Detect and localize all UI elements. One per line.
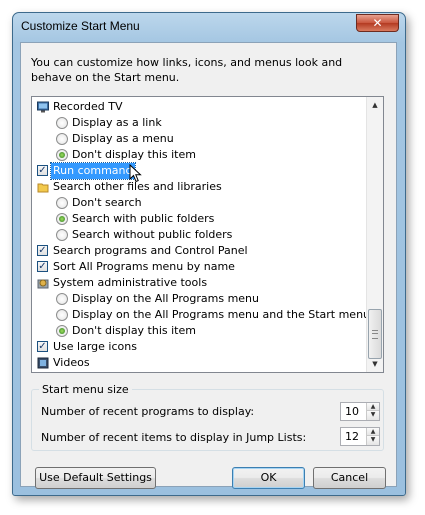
recent-programs-value[interactable]: 10 xyxy=(345,405,359,418)
list-item-label: System administrative tools xyxy=(53,276,208,289)
close-icon: ✕ xyxy=(372,16,383,30)
radio-button[interactable] xyxy=(56,309,68,321)
list-item: System administrative tools xyxy=(32,275,366,291)
list-item-label: Run command xyxy=(50,162,136,180)
search-files-icon xyxy=(37,181,49,193)
mouse-pointer-icon xyxy=(129,164,142,183)
start-menu-size-label: Start menu size xyxy=(39,383,132,396)
list-item-label: Display on the All Programs menu xyxy=(72,292,259,305)
list-item: Search other files and libraries xyxy=(32,179,366,195)
list-item-label: Display as a link xyxy=(72,116,162,129)
close-button[interactable]: ✕ xyxy=(356,14,399,32)
radio-button[interactable] xyxy=(56,293,68,305)
recent-programs-up-button[interactable]: ▲ xyxy=(366,403,379,411)
start-menu-options-list[interactable]: Recorded TV Display as a link Display as a… xyxy=(31,96,384,373)
list-item[interactable]: Display on the All Programs menu xyxy=(32,291,366,307)
customize-start-menu-dialog: Customize Start Menu ✕ You can customize… xyxy=(12,12,406,496)
jump-list-value[interactable]: 12 xyxy=(345,430,359,443)
list-item[interactable]: Display as a menu xyxy=(32,131,366,147)
options-list-viewport: Recorded TV Display as a link Display as a… xyxy=(32,97,366,372)
list-item-label: Don't search xyxy=(72,196,142,209)
list-item: Recorded TV xyxy=(32,99,366,115)
radio-button[interactable] xyxy=(56,325,68,337)
list-item[interactable]: Search with public folders xyxy=(32,211,366,227)
recorded-tv-icon xyxy=(37,101,49,113)
intro-text: You can customize how links, icons, and … xyxy=(31,56,343,84)
radio-button[interactable] xyxy=(56,213,68,225)
list-item-label: Use large icons xyxy=(53,340,137,353)
list-scrollbar[interactable]: ▲ ▼ xyxy=(366,97,383,372)
list-item-label: Search with public folders xyxy=(72,212,215,225)
list-item-label: Search without public folders xyxy=(72,228,233,241)
radio-button[interactable] xyxy=(56,197,68,209)
ok-button[interactable]: OK xyxy=(232,467,305,489)
radio-button[interactable] xyxy=(56,117,68,129)
list-item[interactable]: Display as a link xyxy=(32,115,366,131)
jump-list-down-button[interactable]: ▼ xyxy=(366,436,379,445)
list-item-label: Videos xyxy=(53,356,90,369)
list-item-label: Display as a menu xyxy=(72,132,174,145)
list-item[interactable]: ✓ Sort All Programs menu by name xyxy=(32,259,366,275)
jump-list-up-button[interactable]: ▲ xyxy=(366,428,379,436)
radio-button[interactable] xyxy=(56,133,68,145)
checkbox[interactable]: ✓ xyxy=(37,165,48,176)
list-item-label: Recorded TV xyxy=(53,100,123,113)
title-bar[interactable]: Customize Start Menu ✕ xyxy=(13,13,405,41)
scroll-up-button[interactable]: ▲ xyxy=(367,97,383,113)
recent-programs-down-button[interactable]: ▼ xyxy=(366,411,379,420)
list-item[interactable]: Search without public folders xyxy=(32,227,366,243)
jump-list-spinner[interactable]: 12 ▲ ▼ xyxy=(340,427,380,446)
cancel-button[interactable]: Cancel xyxy=(313,467,386,489)
dialog-body: You can customize how links, icons, and … xyxy=(20,42,397,489)
checkbox[interactable]: ✓ xyxy=(37,341,48,352)
scroll-thumb[interactable] xyxy=(368,309,382,359)
list-item: Videos xyxy=(32,355,366,371)
list-item[interactable]: ✓ Search programs and Control Panel xyxy=(32,243,366,259)
list-item[interactable]: Display on the All Programs menu and the… xyxy=(32,307,366,323)
list-item[interactable]: ✓ Run command xyxy=(32,162,366,180)
use-default-settings-button[interactable]: Use Default Settings xyxy=(35,467,156,489)
list-item-label: Don't display this item xyxy=(72,324,196,337)
grip-icon xyxy=(372,330,378,339)
dialog-title: Customize Start Menu xyxy=(21,19,140,33)
checkbox[interactable]: ✓ xyxy=(37,245,48,256)
list-item[interactable]: Don't display this item xyxy=(32,147,366,163)
radio-button[interactable] xyxy=(56,149,68,161)
scroll-down-button[interactable]: ▼ xyxy=(367,356,383,372)
list-item[interactable]: Don't search xyxy=(32,195,366,211)
list-item-label: Display on the All Programs menu and the… xyxy=(72,308,366,321)
list-item-label: Sort All Programs menu by name xyxy=(53,260,235,273)
list-item-label: Search programs and Control Panel xyxy=(53,244,248,257)
list-item[interactable]: ✓ Use large icons xyxy=(32,339,366,355)
radio-button[interactable] xyxy=(56,229,68,241)
recent-programs-label: Number of recent programs to display: xyxy=(41,405,255,418)
jump-list-label: Number of recent items to display in Jum… xyxy=(41,431,307,444)
videos-icon xyxy=(37,357,49,369)
checkbox[interactable]: ✓ xyxy=(37,261,48,272)
list-item[interactable]: Don't display this item xyxy=(32,323,366,339)
admin-tools-icon xyxy=(37,277,49,289)
list-item-label: Don't display this item xyxy=(72,148,196,161)
recent-programs-spinner[interactable]: 10 ▲ ▼ xyxy=(340,402,380,421)
